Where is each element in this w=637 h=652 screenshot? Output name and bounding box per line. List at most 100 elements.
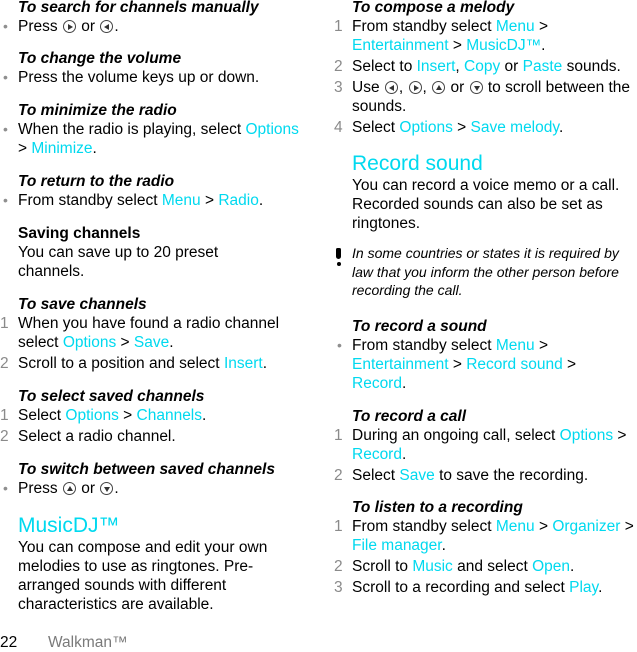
menu-link-record[interactable]: Record bbox=[352, 446, 402, 463]
text: , bbox=[455, 58, 460, 75]
text: Press the volume keys up or down. bbox=[18, 69, 260, 86]
text: . bbox=[441, 537, 446, 554]
list-item: Press the volume keys up or down. bbox=[0, 68, 310, 87]
heading-change-volume: To change the volume bbox=[18, 50, 182, 67]
text: From standby select bbox=[352, 18, 492, 35]
menu-link-radio[interactable]: Radio bbox=[218, 192, 259, 209]
menu-link-save[interactable]: Save bbox=[399, 467, 434, 484]
menu-link-play[interactable]: Play bbox=[569, 579, 598, 596]
text: . bbox=[262, 355, 268, 372]
menu-link-entertainment[interactable]: Entertainment bbox=[352, 356, 449, 373]
menu-link-options[interactable]: Options bbox=[560, 427, 613, 444]
nav-down-icon bbox=[469, 81, 483, 94]
menu-link-minimize[interactable]: Minimize bbox=[31, 140, 92, 157]
separator: > bbox=[567, 356, 577, 373]
menu-link-options[interactable]: Options bbox=[399, 119, 452, 136]
text: . bbox=[169, 334, 174, 351]
step-number: 1 bbox=[0, 407, 9, 424]
section-listen: To listen to a recording 1 From standby … bbox=[334, 498, 637, 597]
menu-link-options[interactable]: Options bbox=[245, 121, 298, 138]
chapter-title: Walkman™ bbox=[48, 634, 128, 651]
nav-up-icon bbox=[62, 482, 76, 495]
text: . bbox=[114, 480, 119, 497]
list-item: From standby select Menu > Radio. bbox=[0, 191, 310, 210]
menu-link-entertainment[interactable]: Entertainment bbox=[352, 37, 449, 54]
menu-link-menu[interactable]: Menu bbox=[496, 337, 535, 354]
text: Scroll to a position and select bbox=[18, 355, 220, 372]
menu-link-record[interactable]: Record bbox=[352, 375, 402, 392]
menu-link-open[interactable]: Open bbox=[532, 558, 570, 575]
step-number: 3 bbox=[334, 79, 343, 96]
paragraph: You can compose and edit your own melodi… bbox=[18, 539, 268, 613]
text: Scroll to a recording and select bbox=[352, 579, 565, 596]
menu-link-options[interactable]: Options bbox=[63, 334, 116, 351]
menu-link-music[interactable]: Music bbox=[412, 558, 452, 575]
list-item: Press or . bbox=[0, 479, 310, 498]
menu-link-organizer[interactable]: Organizer bbox=[552, 518, 620, 535]
text: . bbox=[92, 140, 97, 157]
text: Select bbox=[352, 467, 396, 484]
nav-left-icon bbox=[384, 81, 398, 94]
menu-link-menu[interactable]: Menu bbox=[496, 18, 535, 35]
step-number: 1 bbox=[334, 18, 343, 35]
bullet-icon bbox=[0, 479, 14, 498]
menu-link-insert[interactable]: Insert bbox=[417, 58, 456, 75]
section-select-saved: To select saved channels 1 Select Option… bbox=[0, 387, 310, 446]
heading-save-channels: To save channels bbox=[18, 296, 147, 313]
legal-note: In some countries or states it is requir… bbox=[334, 244, 637, 300]
list-item: 2 Select a radio channel. bbox=[0, 427, 310, 446]
menu-link-copy[interactable]: Copy bbox=[464, 58, 500, 75]
text: Use bbox=[352, 79, 380, 96]
step-number: 1 bbox=[0, 315, 9, 332]
list-item: 1 When you have found a radio channel se… bbox=[0, 314, 310, 352]
bullet-icon bbox=[0, 191, 14, 210]
separator: > bbox=[452, 356, 462, 373]
nav-right-icon bbox=[62, 20, 76, 33]
list-item: 2 Select Save to save the recording. bbox=[334, 466, 637, 485]
menu-link-record-sound[interactable]: Record sound bbox=[466, 356, 563, 373]
text: Select bbox=[352, 119, 396, 136]
separator: > bbox=[617, 427, 627, 444]
nav-left-icon bbox=[100, 20, 114, 33]
section-saving-channels: Saving channels You can save up to 20 pr… bbox=[0, 224, 310, 281]
list-item: 3 Use , , or to scroll between the sound… bbox=[334, 78, 637, 116]
text: sounds. bbox=[566, 58, 621, 75]
menu-link-insert[interactable]: Insert bbox=[224, 355, 263, 372]
text: . bbox=[570, 558, 575, 575]
menu-link-musicdj[interactable]: MusicDJ™ bbox=[466, 37, 541, 54]
text: . bbox=[114, 18, 119, 35]
heading-record-sound: Record sound bbox=[352, 152, 483, 175]
menu-link-file-manager[interactable]: File manager bbox=[352, 537, 442, 554]
heading-record-call: To record a call bbox=[352, 408, 466, 425]
menu-link-menu[interactable]: Menu bbox=[496, 518, 535, 535]
menu-link-options[interactable]: Options bbox=[65, 407, 118, 424]
step-number: 2 bbox=[334, 467, 343, 484]
text: From standby select bbox=[18, 192, 158, 209]
text: Select a radio channel. bbox=[18, 428, 176, 445]
list-item: Press or . bbox=[0, 17, 310, 36]
text: or bbox=[450, 79, 465, 96]
separator: > bbox=[624, 518, 634, 535]
nav-up-icon bbox=[432, 81, 446, 94]
list-item: 1 Select Options > Channels. bbox=[0, 406, 310, 425]
text: Press bbox=[18, 480, 58, 497]
text: to save the recording. bbox=[439, 467, 589, 484]
paragraph: You can record a voice memo or a call. R… bbox=[352, 177, 620, 232]
text: or bbox=[81, 480, 96, 497]
section-record-a-sound: To record a sound From standby select Me… bbox=[334, 317, 637, 393]
separator: > bbox=[457, 119, 467, 136]
separator: > bbox=[538, 337, 549, 354]
text: Select bbox=[18, 407, 62, 424]
menu-link-paste[interactable]: Paste bbox=[523, 58, 563, 75]
menu-link-save[interactable]: Save bbox=[134, 334, 169, 351]
list-item: 1 From standby select Menu > Entertainme… bbox=[334, 17, 582, 55]
bullet-icon bbox=[0, 17, 14, 36]
menu-link-channels[interactable]: Channels bbox=[137, 407, 203, 424]
heading-saving-channels: Saving channels bbox=[18, 225, 141, 242]
separator: > bbox=[538, 518, 549, 535]
step-number: 3 bbox=[334, 579, 343, 596]
list-item: From standby select Menu > Entertainment… bbox=[334, 336, 602, 393]
menu-link-save-melody[interactable]: Save melody bbox=[471, 119, 559, 136]
menu-link-menu[interactable]: Menu bbox=[162, 192, 201, 209]
section-minimize-radio: To minimize the radio When the radio is … bbox=[0, 101, 310, 158]
